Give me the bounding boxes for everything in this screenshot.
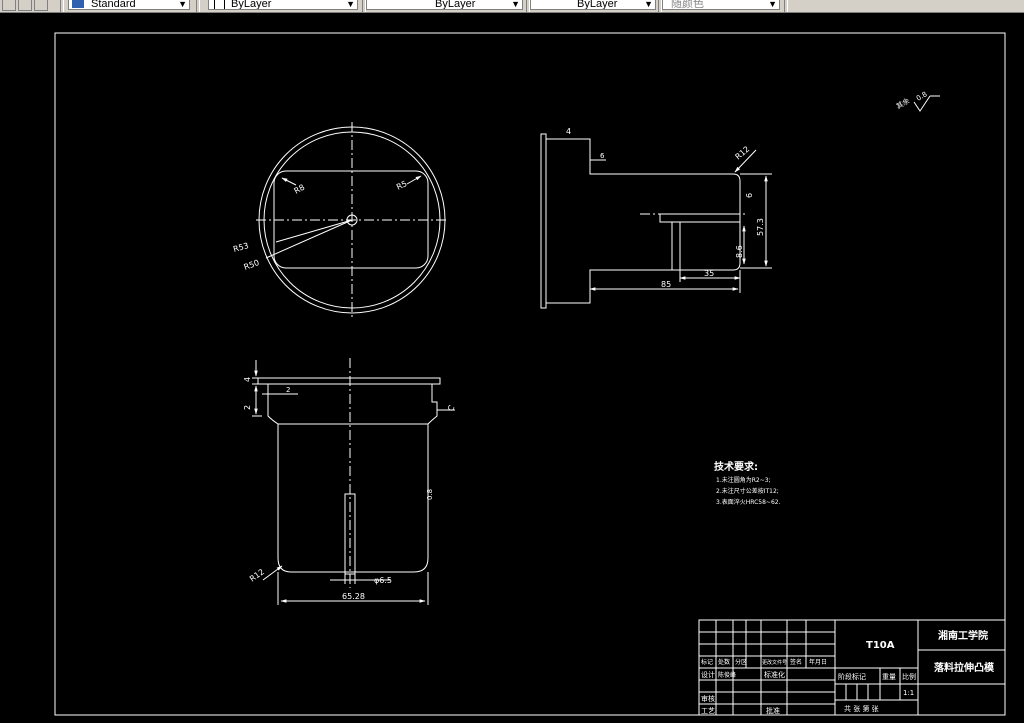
tb-role: 工艺	[701, 707, 715, 715]
tech-item: 3.表面淬火HRC58~62.	[716, 498, 781, 506]
dim-bottom-2: 2	[243, 405, 252, 410]
drawing-frame	[54, 32, 1006, 716]
dim-bottom-08: 0.8	[426, 489, 434, 500]
section-view: R12 57.3 8.6 35 85 6 4 6	[540, 127, 772, 309]
dim-r50: R50	[243, 258, 261, 272]
roughness-note: 其余	[895, 96, 912, 111]
tech-item: 1.未注圆角为R2~3;	[716, 476, 771, 484]
tb-sheet: 共 张 第 张	[844, 704, 879, 713]
dim-right-85: 85	[661, 280, 671, 289]
tb-rev-header: 处数	[718, 658, 730, 666]
title-block: T10A 湘南工学院 落料拉伸凸模 阶段标记 重量 比例 1:1 共 张 第 张…	[698, 619, 1006, 716]
tb-material: T10A	[866, 640, 895, 651]
dim-r53: R53	[232, 241, 250, 254]
dim-right-top: 4	[566, 127, 571, 136]
dim-bottom-4: 4	[243, 377, 252, 382]
tb-school: 湘南工学院	[938, 629, 988, 642]
surface-roughness-symbol: 其余 0.8	[895, 90, 940, 112]
tb-approve: 批准	[766, 706, 780, 715]
technical-requirements: 技术要求: 1.未注圆角为R2~3; 2.未注尺寸公差按IT12; 3.表面淬火…	[714, 460, 781, 506]
tb-rev-header: 更改文件号	[762, 659, 787, 666]
tb-stage-label: 阶段标记	[838, 672, 866, 681]
dim-right-height: 57.3	[756, 218, 765, 236]
dim-bottom-width: 65.28	[342, 592, 365, 601]
dim-right-35: 35	[704, 269, 714, 278]
tb-role: 审核	[701, 694, 715, 703]
dim-right-r12: R12	[734, 145, 752, 162]
tb-designer: 陈俊峰	[718, 671, 736, 679]
dim-bottom-2b: 2	[286, 386, 290, 394]
tb-rev-header: 标记	[701, 658, 713, 666]
dim-bottom-slot: φ6.5	[374, 576, 392, 585]
tb-scale-label: 比例	[902, 672, 916, 681]
front-view: 65.28 φ6.5 R12 4 2 2 C 0.8	[243, 358, 457, 605]
tech-item: 2.未注尺寸公差按IT12;	[716, 487, 779, 495]
dim-r5: R5	[395, 179, 408, 192]
dim-right-small: 8.6	[735, 245, 744, 258]
tech-title: 技术要求:	[714, 460, 758, 473]
drawing-canvas[interactable]: R8 R5 R53 R50 R12 57.3 8.6 35 85 6 4 6 其…	[0, 0, 1024, 723]
tb-role: 设计	[701, 670, 715, 679]
tb-rev-header: 年月日	[809, 658, 827, 666]
dim-bottom-c: C	[446, 403, 457, 413]
tb-rev-header: 分区	[735, 658, 747, 666]
top-view: R8 R5 R53 R50	[232, 122, 449, 318]
dim-right-slot: 6	[745, 193, 754, 198]
tb-part-name: 落料拉伸凸模	[934, 661, 995, 674]
dim-right-mark: 6	[600, 152, 605, 160]
dim-bottom-r12: R12	[248, 567, 266, 583]
tb-scale-value: 1:1	[903, 689, 914, 697]
tb-weight-label: 重量	[882, 673, 896, 681]
tb-rev-header: 签名	[790, 658, 802, 666]
tb-standardize: 标准化	[764, 670, 785, 679]
